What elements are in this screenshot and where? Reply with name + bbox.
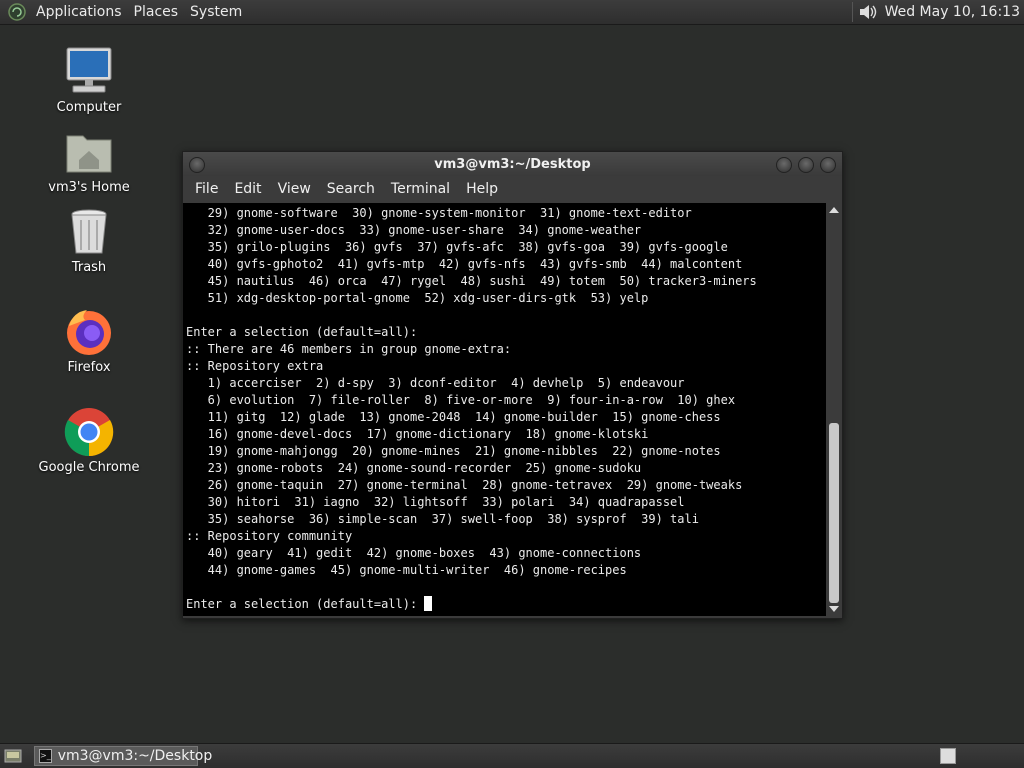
terminal-line: 35) grilo-plugins 36) gvfs 37) gvfs-afc … <box>207 240 728 254</box>
scroll-up-icon[interactable] <box>829 207 839 213</box>
desktop-icon-trash[interactable]: Trash <box>34 206 144 275</box>
terminal-line: 45) nautilus 46) orca 47) rygel 48) sush… <box>207 274 757 288</box>
distro-logo-icon[interactable] <box>8 3 26 21</box>
desktop-icon-label: Firefox <box>67 360 111 375</box>
taskbar-item-terminal[interactable]: >_ vm3@vm3:~/Desktop <box>34 746 212 766</box>
scroll-down-icon[interactable] <box>829 606 839 612</box>
terminal-icon: >_ <box>39 749 52 763</box>
firefox-icon <box>67 310 111 355</box>
terminal-prompt: Enter a selection (default=all): <box>186 597 425 611</box>
minimize-icon[interactable] <box>776 157 792 173</box>
terminal-line: 30) hitori 31) iagno 32) lightsoff 33) p… <box>207 495 685 509</box>
top-panel-tray: Wed May 10, 16:13 <box>848 0 1024 24</box>
terminal-line: 32) gnome-user-docs 33) gnome-user-share… <box>207 223 642 237</box>
terminal-window[interactable]: vm3@vm3:~/Desktop File Edit View Search … <box>182 151 843 619</box>
terminal-line: 29) gnome-software 30) gnome-system-moni… <box>207 206 692 220</box>
bottom-panel: >_ vm3@vm3:~/Desktop <box>0 743 1024 768</box>
terminal-line: 23) gnome-robots 24) gnome-sound-recorde… <box>207 461 642 475</box>
terminal-line: 26) gnome-taquin 27) gnome-terminal 28) … <box>207 478 743 492</box>
terminal-text: 29) gnome-software 30) gnome-system-moni… <box>183 203 826 613</box>
terminal-line: 40) geary 41) gedit 42) gnome-boxes 43) … <box>207 546 642 560</box>
scrollbar-thumb[interactable] <box>829 423 839 603</box>
clock[interactable]: Wed May 10, 16:13 <box>879 4 1024 20</box>
terminal-line: 51) xdg-desktop-portal-gnome 52) xdg-use… <box>207 291 649 305</box>
terminal-output[interactable]: 29) gnome-software 30) gnome-system-moni… <box>183 203 826 616</box>
terminal-line: 19) gnome-mahjongg 20) gnome-mines 21) g… <box>207 444 721 458</box>
menu-search[interactable]: Search <box>319 181 383 197</box>
terminal-line: 11) gitg 12) glade 13) gnome-2048 14) gn… <box>207 410 721 424</box>
computer-icon <box>66 47 112 93</box>
terminal-line: :: There are 46 members in group gnome-e… <box>186 342 512 356</box>
desktop-icon-computer[interactable]: Computer <box>34 46 144 115</box>
terminal-line: Enter a selection (default=all): <box>186 325 418 339</box>
terminal-scrollbar[interactable] <box>827 203 841 616</box>
places-menu[interactable]: Places <box>128 4 185 20</box>
terminal-line: 40) gvfs-gphoto2 41) gvfs-mtp 42) gvfs-n… <box>207 257 743 271</box>
desktop-icon-label: Google Chrome <box>38 460 140 475</box>
top-panel: Applications Places System Wed May 10, 1… <box>0 0 1024 25</box>
desktop-icon-home[interactable]: vm3's Home <box>34 126 144 195</box>
terminal-line: :: Repository extra <box>186 359 324 373</box>
terminal-line: 16) gnome-devel-docs 17) gnome-dictionar… <box>207 427 649 441</box>
terminal-line: 6) evolution 7) file-roller 8) five-or-m… <box>207 393 736 407</box>
trash-icon <box>71 209 107 254</box>
home-folder-icon <box>66 135 112 173</box>
menu-help[interactable]: Help <box>458 181 506 197</box>
chrome-icon <box>64 408 114 457</box>
panel-separator <box>851 2 853 22</box>
terminal-line: 35) seahorse 36) simple-scan 37) swell-f… <box>207 512 699 526</box>
system-menu[interactable]: System <box>184 4 248 20</box>
show-desktop-icon[interactable] <box>4 748 22 764</box>
desktop-icon-label: Trash <box>71 260 107 275</box>
menu-file[interactable]: File <box>187 181 226 197</box>
terminal-line: :: Repository community <box>186 529 353 543</box>
applications-menu[interactable]: Applications <box>30 4 128 20</box>
workspace-switcher[interactable] <box>940 748 956 764</box>
menu-terminal[interactable]: Terminal <box>383 181 458 197</box>
taskbar-item-label: vm3@vm3:~/Desktop <box>57 748 213 764</box>
terminal-menubar: File Edit View Search Terminal Help <box>183 176 842 202</box>
maximize-icon[interactable] <box>798 157 814 173</box>
top-menu: Applications Places System <box>30 0 248 24</box>
terminal-cursor <box>424 596 433 611</box>
terminal-line: 1) accerciser 2) d-spy 3) dconf-editor 4… <box>207 376 685 390</box>
terminal-line: 44) gnome-games 45) gnome-multi-writer 4… <box>207 563 627 577</box>
window-title: vm3@vm3:~/Desktop <box>434 156 591 172</box>
close-icon[interactable] <box>820 157 836 173</box>
terminal-titlebar[interactable]: vm3@vm3:~/Desktop <box>183 152 842 176</box>
desktop-icon-label: vm3's Home <box>48 180 130 195</box>
menu-edit[interactable]: Edit <box>226 181 269 197</box>
desktop-icon-label: Computer <box>56 100 122 115</box>
desktop-icon-chrome[interactable]: Google Chrome <box>34 406 144 475</box>
window-menu-icon[interactable] <box>189 157 205 173</box>
desktop-icon-firefox[interactable]: Firefox <box>34 306 144 375</box>
menu-view[interactable]: View <box>270 181 319 197</box>
volume-icon[interactable] <box>857 2 879 22</box>
